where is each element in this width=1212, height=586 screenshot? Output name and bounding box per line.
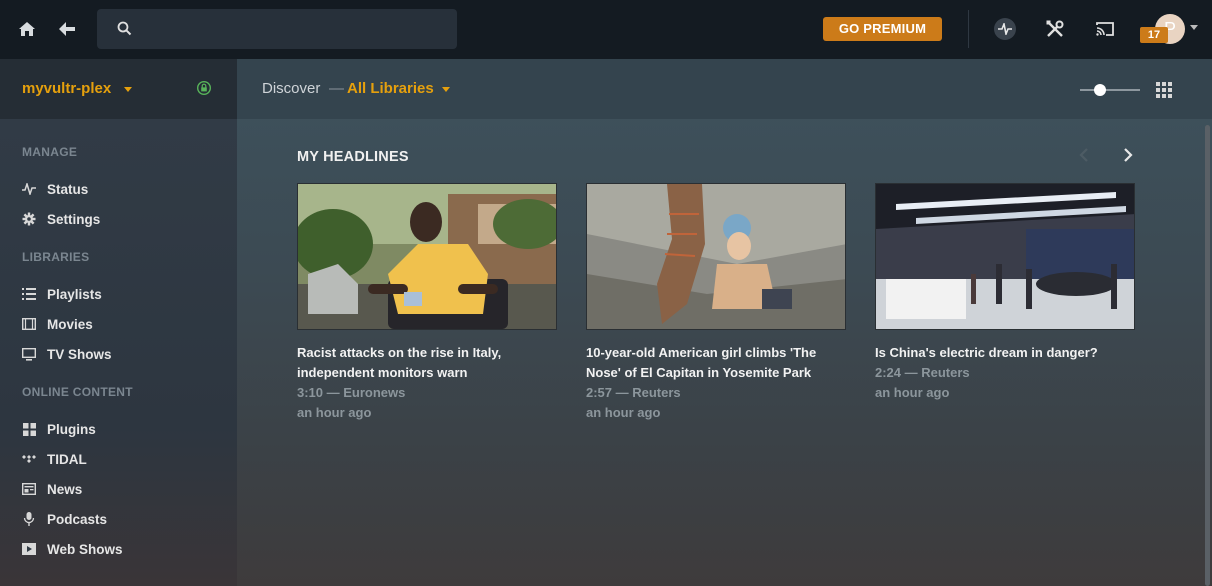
search-input[interactable] [141,17,441,41]
scrollbar[interactable] [1205,125,1210,586]
section-label-libraries: LIBRARIES [22,250,90,264]
gear-icon [22,212,36,226]
sidebar-item-plugins[interactable]: Plugins [22,419,96,439]
sidebar-item-status[interactable]: Status [22,179,88,199]
sidebar-item-label: Plugins [47,421,96,437]
sidebar-item-label: Playlists [47,286,102,302]
chevron-down-icon[interactable] [1190,25,1198,30]
library-selector[interactable]: All Libraries [347,80,434,97]
server-selector[interactable]: myvultr-plex [0,59,237,119]
sidebar-item-label: TIDAL [47,451,87,467]
headline-thumbnail[interactable] [297,183,557,330]
toolbar-divider [968,10,969,48]
headline-meta: 2:57 — Reuters [586,385,681,400]
sidebar-item-label: Movies [47,316,93,332]
size-slider-track[interactable] [1080,89,1140,91]
sidebar-item-web-shows[interactable]: Web Shows [22,539,123,559]
list-icon [22,287,36,301]
top-bar: GO PREMIUM P 17 [0,0,1212,59]
search-box[interactable] [97,9,457,49]
headline-card[interactable]: 10-year-old American girl climbs 'The No… [586,183,846,423]
sidebar-item-label: Web Shows [47,541,123,557]
activity-button[interactable] [990,14,1020,44]
headline-title[interactable]: Is China's electric dream in danger? [875,343,1135,363]
home-icon [19,22,35,36]
sidebar-item-movies[interactable]: Movies [22,314,93,334]
headline-time: an hour ago [297,405,372,420]
sidebar-item-news[interactable]: News [22,479,82,499]
sidebar-item-label: TV Shows [47,346,112,362]
headline-meta: 3:10 — Euronews [297,385,406,400]
sidebar-item-playlists[interactable]: Playlists [22,284,102,304]
section-title[interactable]: MY HEADLINES [297,149,409,165]
section-label-manage: MANAGE [22,145,78,159]
carousel-prev-button[interactable] [1079,147,1089,168]
go-premium-button[interactable]: GO PREMIUM [823,17,942,41]
breadcrumb-discover[interactable]: Discover [262,80,320,97]
sidebar-item-settings[interactable]: Settings [22,209,100,229]
microphone-icon [22,512,36,526]
size-slider-handle[interactable] [1094,84,1106,96]
headline-thumbnail[interactable] [875,183,1135,330]
chevron-down-icon [442,87,450,92]
search-icon [117,21,132,41]
news-icon [22,482,36,496]
headline-time: an hour ago [875,385,950,400]
settings-button[interactable] [1040,14,1070,44]
sidebar-item-label: News [47,481,83,497]
breadcrumb-separator: — [329,80,344,97]
headline-title[interactable]: 10-year-old American girl climbs 'The No… [586,343,846,383]
grid-view-button[interactable] [1156,82,1172,103]
back-arrow-icon [59,22,75,36]
chevron-down-icon [124,87,132,92]
play-icon [22,542,36,556]
film-icon [22,317,36,331]
sidebar-item-tidal[interactable]: TIDAL [22,449,87,469]
sidebar-item-tv-shows[interactable]: TV Shows [22,344,112,364]
headline-card[interactable]: Is China's electric dream in danger? 2:2… [875,183,1135,403]
cast-button[interactable] [1090,14,1120,44]
headline-meta: 2:24 — Reuters [875,365,970,380]
sidebar: myvultr-plex MANAGE Status Settings LIBR… [0,59,237,586]
headline-card[interactable]: Racist attacks on the rise in Italy, ind… [297,183,557,423]
notification-badge[interactable]: 17 [1140,27,1168,43]
sidebar-item-label: Settings [47,211,101,227]
tv-icon [22,347,36,361]
pulse-icon [22,182,36,196]
tools-icon [1046,20,1064,37]
headline-time: an hour ago [586,405,661,420]
sidebar-item-label: Podcasts [47,511,108,527]
chevron-left-icon [1079,148,1088,162]
section-label-online-content: ONLINE CONTENT [22,385,133,399]
grid-icon [22,422,36,436]
headline-thumbnail[interactable] [586,183,846,330]
cast-icon [1096,22,1114,36]
activity-icon [994,18,1016,40]
carousel-next-button[interactable] [1123,147,1133,168]
content-header: Discover — All Libraries [237,59,1212,119]
sidebar-item-podcasts[interactable]: Podcasts [22,509,107,529]
headline-title[interactable]: Racist attacks on the rise in Italy, ind… [297,343,557,383]
home-button[interactable] [12,14,42,44]
grid-view-icon [1156,82,1172,98]
chevron-right-icon [1124,148,1133,162]
lock-icon[interactable] [196,80,212,100]
back-button[interactable] [52,14,82,44]
server-name[interactable]: myvultr-plex [22,80,111,97]
tidal-icon [22,452,36,466]
sidebar-item-label: Status [47,181,89,197]
main-content: Discover — All Libraries MY HEADLINES Ra… [237,59,1212,586]
